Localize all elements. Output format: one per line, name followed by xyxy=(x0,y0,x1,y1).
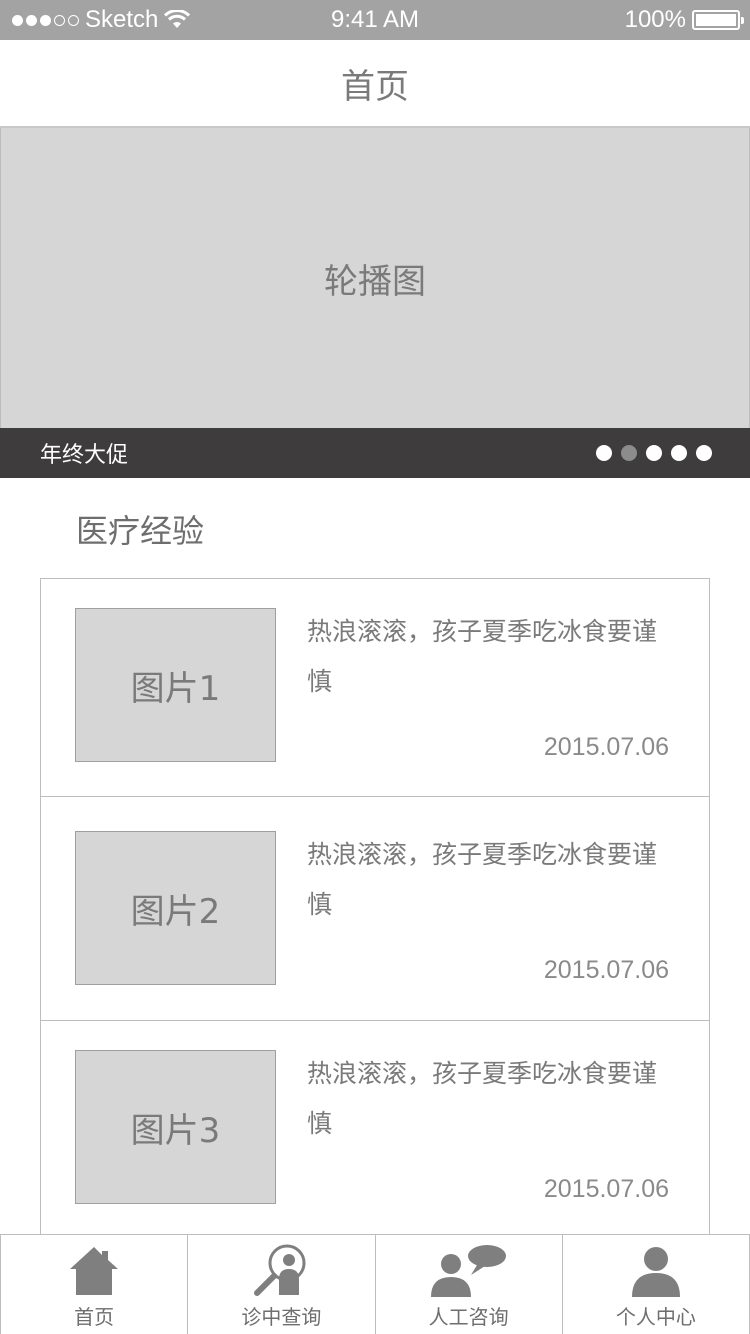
article-list: 图片1 热浪滚滚，孩子夏季吃冰食要谨慎 2015.07.06 图片2 热浪滚滚，… xyxy=(40,578,710,1238)
status-right: 100% xyxy=(624,4,744,36)
pager-dot-active[interactable] xyxy=(621,445,637,461)
article-image: 图片3 xyxy=(75,1050,276,1204)
tab-label: 首页 xyxy=(74,1305,115,1329)
search-person-icon xyxy=(254,1244,306,1296)
tab-label: 个人中心 xyxy=(615,1305,696,1329)
carousel-caption-bar: 年终大促 xyxy=(0,428,750,478)
chat-people-icon xyxy=(430,1245,506,1297)
tab-home[interactable]: 首页 xyxy=(0,1235,187,1334)
article-title: 热浪滚滚，孩子夏季吃冰食要谨慎 xyxy=(307,617,658,696)
article-card[interactable]: 图片3 热浪滚滚，孩子夏季吃冰食要谨慎 2015.07.06 xyxy=(41,1021,709,1239)
battery-icon xyxy=(692,10,744,30)
carousel-pager xyxy=(596,445,712,461)
carousel-caption: 年终大促 xyxy=(40,443,129,468)
pager-dot[interactable] xyxy=(646,445,662,461)
tab-label: 诊中查询 xyxy=(241,1305,322,1329)
pager-dot[interactable] xyxy=(671,445,687,461)
nav-bar: 首页 xyxy=(0,40,750,128)
user-icon xyxy=(631,1247,680,1297)
pager-dot[interactable] xyxy=(696,445,712,461)
tab-profile[interactable]: 个人中心 xyxy=(561,1235,750,1334)
section-title: 医疗经验 xyxy=(76,512,205,550)
pager-dot[interactable] xyxy=(596,445,612,461)
tab-consult[interactable]: 人工咨询 xyxy=(374,1235,562,1334)
article-title: 热浪滚滚，孩子夏季吃冰食要谨慎 xyxy=(307,840,658,919)
article-title: 热浪滚滚，孩子夏季吃冰食要谨慎 xyxy=(307,1059,658,1138)
home-icon xyxy=(70,1247,119,1295)
tab-label: 人工咨询 xyxy=(428,1305,509,1329)
carousel-banner[interactable]: 轮播图 xyxy=(0,128,750,428)
tab-bar: 首页 诊中查询 人工咨询 个人中心 xyxy=(0,1234,750,1334)
article-date: 2015.07.06 xyxy=(543,733,669,761)
article-date: 2015.07.06 xyxy=(543,956,669,984)
tab-diagnosis-query[interactable]: 诊中查询 xyxy=(187,1235,374,1334)
article-date: 2015.07.06 xyxy=(543,1175,669,1203)
article-card[interactable]: 图片2 热浪滚滚，孩子夏季吃冰食要谨慎 2015.07.06 xyxy=(41,797,709,1021)
page-title: 首页 xyxy=(341,66,409,107)
carousel-label: 轮播图 xyxy=(324,261,426,302)
article-card[interactable]: 图片1 热浪滚滚，孩子夏季吃冰食要谨慎 2015.07.06 xyxy=(41,579,709,797)
battery-percent: 100% xyxy=(624,6,686,33)
status-bar: Sketch 9:41 AM 100% xyxy=(0,0,750,40)
article-image: 图片2 xyxy=(75,831,276,985)
article-image: 图片1 xyxy=(75,608,276,762)
